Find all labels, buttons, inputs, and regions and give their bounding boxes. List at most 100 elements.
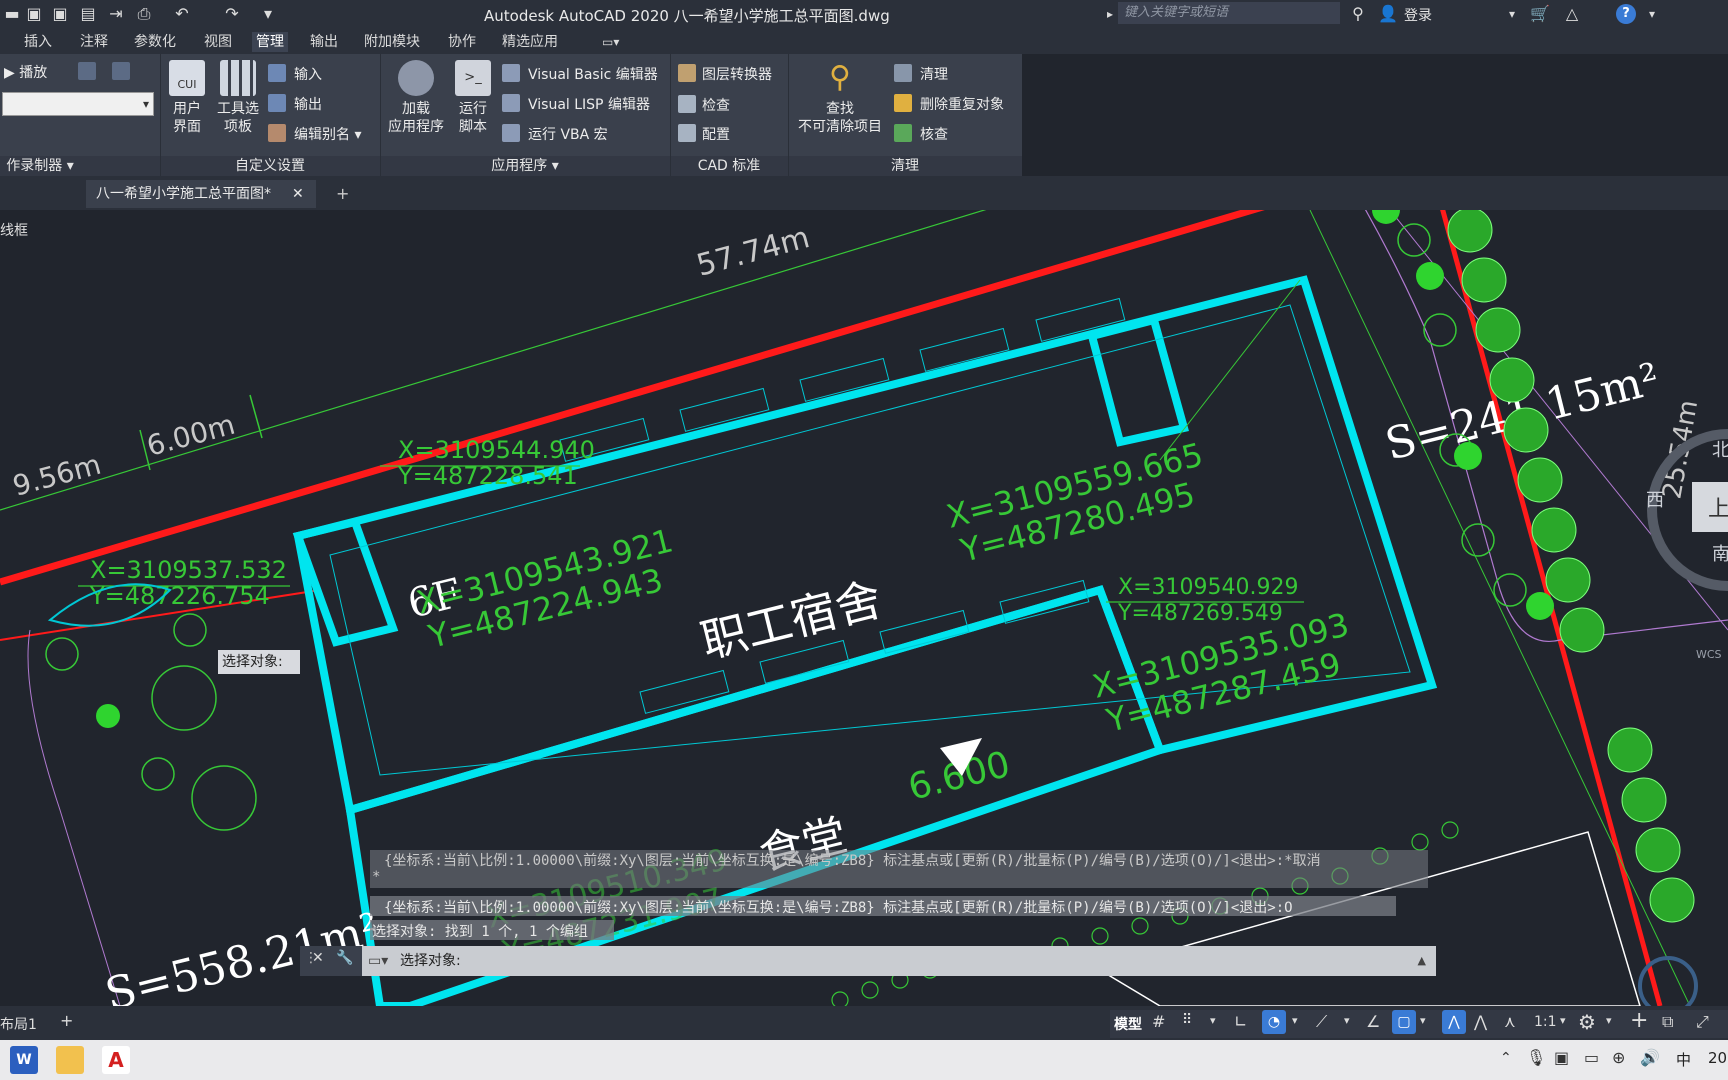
save-as-icon[interactable]: ▣: [50, 4, 70, 24]
polar-tracking-icon[interactable]: ◔: [1262, 1010, 1286, 1034]
find-non-purgeable-button[interactable]: ⚲ 查找 不可清除项目: [792, 60, 888, 136]
staff-dormitory-outline[interactable]: [293, 275, 1438, 816]
osnap-dropdown-icon[interactable]: ▾: [1420, 1014, 1426, 1027]
word-icon[interactable]: W: [10, 1046, 38, 1074]
tab-view[interactable]: 视图: [200, 32, 236, 52]
check-button[interactable]: 检查: [702, 95, 730, 115]
export-icon[interactable]: ⇥: [106, 4, 126, 24]
isolate-icon[interactable]: ⧉: [1662, 1012, 1673, 1032]
viewcube-top[interactable]: 上: [1708, 497, 1728, 522]
annotation-scale-icon[interactable]: ⋏: [1504, 1012, 1516, 1031]
ortho-icon[interactable]: ∟: [1234, 1012, 1247, 1031]
help-icon[interactable]: ?: [1616, 4, 1636, 24]
wrench-icon[interactable]: 🔧: [336, 950, 353, 966]
search-input[interactable]: 键入关键字或短语: [1118, 2, 1340, 24]
record-icon[interactable]: [78, 62, 96, 80]
export-button[interactable]: 输出: [294, 94, 322, 114]
tab-parametric[interactable]: 参数化: [130, 32, 180, 52]
ime-indicator[interactable]: 中: [1676, 1049, 1691, 1070]
snap-toggle-icon[interactable]: ⠿: [1182, 1012, 1192, 1028]
open-icon[interactable]: ▬: [2, 4, 22, 24]
play-button[interactable]: ▶ 播放: [4, 62, 47, 82]
tab-output[interactable]: 输出: [306, 32, 342, 52]
document-tab[interactable]: 八一希望小学施工总平面图* ✕: [86, 180, 316, 208]
import-button[interactable]: 输入: [294, 64, 322, 84]
run-script-button[interactable]: >_ 运行 脚本: [452, 60, 494, 136]
panel-label-applications[interactable]: 应用程序 ▾: [380, 156, 670, 176]
add-layout-plus-icon[interactable]: +: [60, 1011, 73, 1030]
viewcube-west[interactable]: 西: [1646, 490, 1664, 511]
login-dropdown-icon[interactable]: ▾: [1502, 4, 1522, 24]
scale-button[interactable]: 1:1: [1534, 1014, 1557, 1030]
quick-access-dropdown-icon[interactable]: ▾: [258, 4, 278, 24]
viewcube-north[interactable]: 北: [1712, 440, 1728, 461]
folder-icon[interactable]: [56, 1046, 84, 1074]
annotation-visibility-icon[interactable]: ⋀: [1442, 1010, 1466, 1034]
close-tab-icon[interactable]: ✕: [292, 180, 304, 208]
audit-button[interactable]: 核查: [920, 124, 948, 144]
print-icon[interactable]: ⎙: [134, 4, 154, 24]
autocad-icon[interactable]: A: [102, 1046, 130, 1074]
visual-lisp-editor-button[interactable]: Visual LISP 编辑器: [528, 94, 650, 114]
configure-button[interactable]: 配置: [702, 124, 730, 144]
plus-icon[interactable]: +: [1630, 1008, 1648, 1033]
viewport-label[interactable]: 线框: [0, 220, 28, 240]
command-input[interactable]: ▭▾ 选择对象: ▲: [362, 946, 1436, 976]
tool-palettes-button[interactable]: 工具选项板: [214, 60, 262, 136]
battery-icon[interactable]: ▭: [1584, 1048, 1599, 1067]
undo-icon[interactable]: ↶: [172, 4, 192, 24]
workspace-dropdown-icon[interactable]: ▾: [1606, 1014, 1612, 1027]
snap-dropdown-icon[interactable]: ▾: [1210, 1014, 1216, 1027]
tab-manage[interactable]: 管理: [252, 32, 288, 52]
tab-addins[interactable]: 附加模块: [360, 32, 424, 52]
tab-annotate[interactable]: 注释: [76, 32, 112, 52]
binoculars-icon[interactable]: ⚲: [1348, 4, 1368, 24]
command-prompt-icon[interactable]: ▭▾: [368, 946, 388, 976]
object-snap-icon[interactable]: ▢: [1392, 1010, 1416, 1034]
edit-aliases-button[interactable]: 编辑别名 ▾: [294, 124, 361, 144]
run-vba-button[interactable]: 运行 VBA 宏: [528, 124, 608, 144]
purge-button[interactable]: 清理: [920, 64, 948, 84]
network-status-icon[interactable]: ▣: [1554, 1048, 1569, 1067]
polar-dropdown-icon[interactable]: ▾: [1292, 1014, 1298, 1027]
chevron-right-icon[interactable]: ▸: [1100, 4, 1120, 24]
gear-icon[interactable]: ⚙: [1578, 1010, 1596, 1034]
login-button[interactable]: 登录: [1404, 5, 1432, 25]
overkill-button[interactable]: 删除重复对象: [920, 94, 1004, 114]
fullscreen-icon[interactable]: ⤢: [1696, 1012, 1709, 1032]
new-icon[interactable]: ▤: [78, 4, 98, 24]
panel-label-action-recorder[interactable]: 作录制器 ▾: [0, 156, 80, 176]
close-command-icon[interactable]: ✕: [312, 950, 324, 966]
user-icon[interactable]: 👤: [1378, 4, 1398, 24]
command-history-toggle-icon[interactable]: ▲: [1418, 946, 1426, 976]
visual-basic-editor-button[interactable]: Visual Basic 编辑器: [528, 64, 658, 84]
tray-chevron-icon[interactable]: ⌃: [1500, 1050, 1512, 1066]
viewcube-south[interactable]: 南: [1712, 544, 1728, 565]
layout-tab[interactable]: 布局1: [0, 1014, 37, 1034]
new-tab-plus-icon[interactable]: +: [336, 184, 349, 203]
macro-icon[interactable]: [112, 62, 130, 80]
save-icon[interactable]: ▣: [24, 4, 44, 24]
volume-icon[interactable]: 🔊: [1640, 1048, 1660, 1067]
scale-dropdown-icon[interactable]: ▾: [1560, 1014, 1566, 1027]
viewcube-wcs[interactable]: WCS: [1696, 648, 1722, 661]
microphone-icon[interactable]: 🎙: [1526, 1048, 1546, 1067]
a360-icon[interactable]: △: [1562, 4, 1582, 24]
tab-featured-apps[interactable]: 精选应用: [498, 32, 562, 52]
macro-select[interactable]: ▾: [2, 92, 154, 116]
load-application-button[interactable]: 加载 应用程序: [384, 60, 448, 136]
isodraft-dropdown-icon[interactable]: ▾: [1344, 1014, 1350, 1027]
tab-insert[interactable]: 插入: [20, 32, 56, 52]
redo-icon[interactable]: ↷: [222, 4, 242, 24]
model-space-button[interactable]: 模型: [1114, 1014, 1142, 1034]
cart-icon[interactable]: 🛒: [1530, 4, 1550, 24]
compass-widget[interactable]: [1638, 956, 1698, 1006]
globe-icon[interactable]: ⊕: [1612, 1048, 1625, 1067]
grid-toggle-icon[interactable]: #: [1152, 1012, 1165, 1031]
layer-translator-button[interactable]: 图层转换器: [702, 64, 772, 84]
ribbon-toggle-icon[interactable]: ▭▾: [598, 32, 623, 52]
object-snap-tracking-icon[interactable]: ∠: [1366, 1012, 1380, 1031]
tab-collaborate[interactable]: 协作: [444, 32, 480, 52]
auto-scale-icon[interactable]: ⋀: [1474, 1012, 1487, 1031]
isodraft-icon[interactable]: ⟋: [1316, 1012, 1327, 1032]
